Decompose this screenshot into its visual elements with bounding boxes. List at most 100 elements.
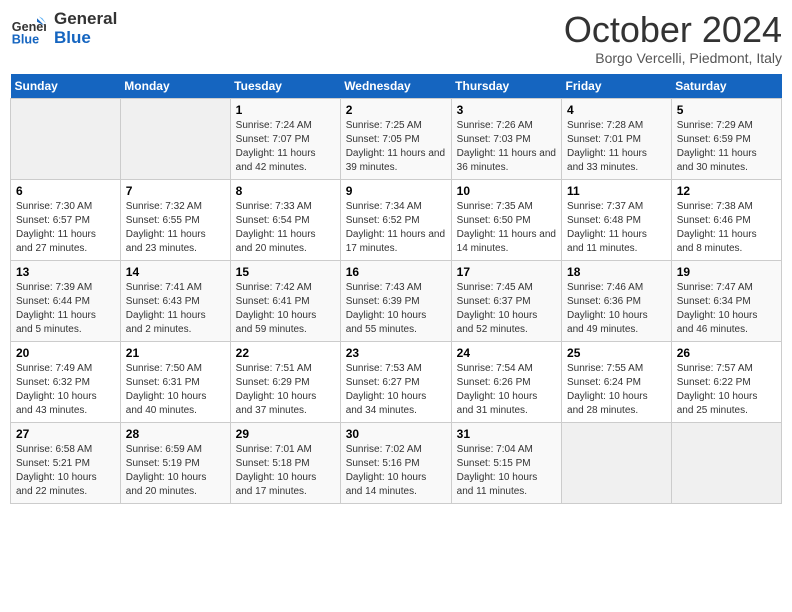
col-header-tuesday: Tuesday — [230, 74, 340, 99]
logo-icon: General Blue — [10, 11, 46, 47]
col-header-sunday: Sunday — [11, 74, 121, 99]
day-cell: 29Sunrise: 7:01 AMSunset: 5:18 PMDayligh… — [230, 422, 340, 503]
day-info: Sunrise: 7:30 AMSunset: 6:57 PMDaylight:… — [16, 200, 115, 256]
day-number: 22 — [236, 346, 335, 360]
day-cell: 31 Sunrise: 7:04 AMSunset: 5:15 PMDayligh… — [451, 422, 561, 503]
day-cell: 8 Sunrise: 7:33 AMSunset: 6:54 PMDaylight… — [230, 179, 340, 260]
week-row-3: 13 Sunrise: 7:39 AMSunset: 6:44 PMDayligh… — [11, 260, 782, 341]
day-info: Sunrise: 7:38 AMSunset: 6:46 PMDaylight:… — [677, 200, 776, 256]
day-number: 10 — [457, 184, 556, 198]
day-cell: 13 Sunrise: 7:39 AMSunset: 6:44 PMDayligh… — [11, 260, 121, 341]
day-cell: 21 Sunrise: 7:50 AMSunset: 6:31 PMDayligh… — [120, 341, 230, 422]
day-info: Sunrise: 7:29 AMSunset: 6:59 PMDaylight:… — [677, 119, 776, 175]
day-number: 27 — [16, 427, 115, 441]
day-number: 2 — [346, 103, 446, 117]
header-row: SundayMondayTuesdayWednesdayThursdayFrid… — [11, 74, 782, 99]
day-info: Sunrise: 7:28 AMSunset: 7:01 PMDaylight:… — [567, 119, 666, 175]
day-info: Sunrise: 6:58 AMSunset: 5:21 PMDaylight:… — [16, 443, 115, 499]
week-row-4: 20 Sunrise: 7:49 AMSunset: 6:32 PMDayligh… — [11, 341, 782, 422]
day-cell: 24Sunrise: 7:54 AMSunset: 6:26 PMDayligh… — [451, 341, 561, 422]
day-cell: 14 Sunrise: 7:41 AMSunset: 6:43 PMDayligh… — [120, 260, 230, 341]
day-info: Sunrise: 7:39 AMSunset: 6:44 PMDaylight:… — [16, 281, 115, 337]
day-number: 21 — [126, 346, 225, 360]
day-cell: 12 Sunrise: 7:38 AMSunset: 6:46 PMDayligh… — [671, 179, 781, 260]
day-info: Sunrise: 7:04 AMSunset: 5:15 PMDaylight:… — [457, 443, 556, 499]
day-cell: 18 Sunrise: 7:46 AMSunset: 6:36 PMDayligh… — [562, 260, 672, 341]
day-info: Sunrise: 7:46 AMSunset: 6:36 PMDaylight:… — [567, 281, 666, 337]
day-number: 13 — [16, 265, 115, 279]
day-number: 29 — [236, 427, 335, 441]
day-cell — [671, 422, 781, 503]
month-title: October 2024 — [564, 10, 782, 50]
day-number: 23 — [346, 346, 446, 360]
day-number: 12 — [677, 184, 776, 198]
day-cell: 10 Sunrise: 7:35 AMSunset: 6:50 PMDayligh… — [451, 179, 561, 260]
day-number: 14 — [126, 265, 225, 279]
day-info: Sunrise: 7:42 AMSunset: 6:41 PMDaylight:… — [236, 281, 335, 337]
day-number: 24 — [457, 346, 556, 360]
col-header-wednesday: Wednesday — [340, 74, 451, 99]
week-row-2: 6 Sunrise: 7:30 AMSunset: 6:57 PMDaylight… — [11, 179, 782, 260]
day-info: Sunrise: 7:50 AMSunset: 6:31 PMDaylight:… — [126, 362, 225, 418]
col-header-saturday: Saturday — [671, 74, 781, 99]
day-cell: 5 Sunrise: 7:29 AMSunset: 6:59 PMDaylight… — [671, 98, 781, 179]
day-number: 1 — [236, 103, 335, 117]
location: Borgo Vercelli, Piedmont, Italy — [564, 50, 782, 66]
svg-text:Blue: Blue — [12, 32, 39, 46]
day-number: 28 — [126, 427, 225, 441]
day-cell: 15 Sunrise: 7:42 AMSunset: 6:41 PMDayligh… — [230, 260, 340, 341]
day-cell: 6 Sunrise: 7:30 AMSunset: 6:57 PMDaylight… — [11, 179, 121, 260]
day-info: Sunrise: 7:49 AMSunset: 6:32 PMDaylight:… — [16, 362, 115, 418]
day-cell: 11Sunrise: 7:37 AMSunset: 6:48 PMDayligh… — [562, 179, 672, 260]
day-number: 30 — [346, 427, 446, 441]
week-row-5: 27 Sunrise: 6:58 AMSunset: 5:21 PMDayligh… — [11, 422, 782, 503]
logo: General Blue General Blue — [10, 10, 117, 47]
day-number: 26 — [677, 346, 776, 360]
logo-general: General — [54, 10, 117, 29]
day-cell: 20 Sunrise: 7:49 AMSunset: 6:32 PMDayligh… — [11, 341, 121, 422]
day-number: 4 — [567, 103, 666, 117]
day-cell: 28 Sunrise: 6:59 AMSunset: 5:19 PMDayligh… — [120, 422, 230, 503]
day-number: 17 — [457, 265, 556, 279]
col-header-friday: Friday — [562, 74, 672, 99]
day-number: 3 — [457, 103, 556, 117]
page-header: General Blue General Blue October 2024 B… — [10, 10, 782, 66]
day-info: Sunrise: 7:35 AMSunset: 6:50 PMDaylight:… — [457, 200, 556, 256]
day-number: 9 — [346, 184, 446, 198]
day-info: Sunrise: 7:34 AMSunset: 6:52 PMDaylight:… — [346, 200, 446, 256]
day-info: Sunrise: 7:55 AMSunset: 6:24 PMDaylight:… — [567, 362, 666, 418]
day-number: 7 — [126, 184, 225, 198]
day-cell — [562, 422, 672, 503]
day-cell: 16 Sunrise: 7:43 AMSunset: 6:39 PMDayligh… — [340, 260, 451, 341]
day-number: 25 — [567, 346, 666, 360]
day-info: Sunrise: 7:25 AMSunset: 7:05 PMDaylight:… — [346, 119, 446, 175]
col-header-thursday: Thursday — [451, 74, 561, 99]
day-cell: 17Sunrise: 7:45 AMSunset: 6:37 PMDayligh… — [451, 260, 561, 341]
day-cell: 25 Sunrise: 7:55 AMSunset: 6:24 PMDayligh… — [562, 341, 672, 422]
day-info: Sunrise: 7:26 AMSunset: 7:03 PMDaylight:… — [457, 119, 556, 175]
day-cell — [120, 98, 230, 179]
day-info: Sunrise: 7:37 AMSunset: 6:48 PMDaylight:… — [567, 200, 666, 256]
day-info: Sunrise: 7:41 AMSunset: 6:43 PMDaylight:… — [126, 281, 225, 337]
day-number: 8 — [236, 184, 335, 198]
day-number: 31 — [457, 427, 556, 441]
day-number: 19 — [677, 265, 776, 279]
day-number: 18 — [567, 265, 666, 279]
day-cell: 4 Sunrise: 7:28 AMSunset: 7:01 PMDaylight… — [562, 98, 672, 179]
day-info: Sunrise: 7:02 AMSunset: 5:16 PMDaylight:… — [346, 443, 446, 499]
day-cell: 3 Sunrise: 7:26 AMSunset: 7:03 PMDaylight… — [451, 98, 561, 179]
day-info: Sunrise: 6:59 AMSunset: 5:19 PMDaylight:… — [126, 443, 225, 499]
day-number: 6 — [16, 184, 115, 198]
day-number: 5 — [677, 103, 776, 117]
day-cell: 26 Sunrise: 7:57 AMSunset: 6:22 PMDayligh… — [671, 341, 781, 422]
day-info: Sunrise: 7:33 AMSunset: 6:54 PMDaylight:… — [236, 200, 335, 256]
day-info: Sunrise: 7:53 AMSunset: 6:27 PMDaylight:… — [346, 362, 446, 418]
day-info: Sunrise: 7:57 AMSunset: 6:22 PMDaylight:… — [677, 362, 776, 418]
day-info: Sunrise: 7:43 AMSunset: 6:39 PMDaylight:… — [346, 281, 446, 337]
day-cell — [11, 98, 121, 179]
day-cell: 7Sunrise: 7:32 AMSunset: 6:55 PMDaylight… — [120, 179, 230, 260]
day-number: 20 — [16, 346, 115, 360]
day-number: 16 — [346, 265, 446, 279]
day-number: 15 — [236, 265, 335, 279]
day-info: Sunrise: 7:24 AMSunset: 7:07 PMDaylight:… — [236, 119, 335, 175]
